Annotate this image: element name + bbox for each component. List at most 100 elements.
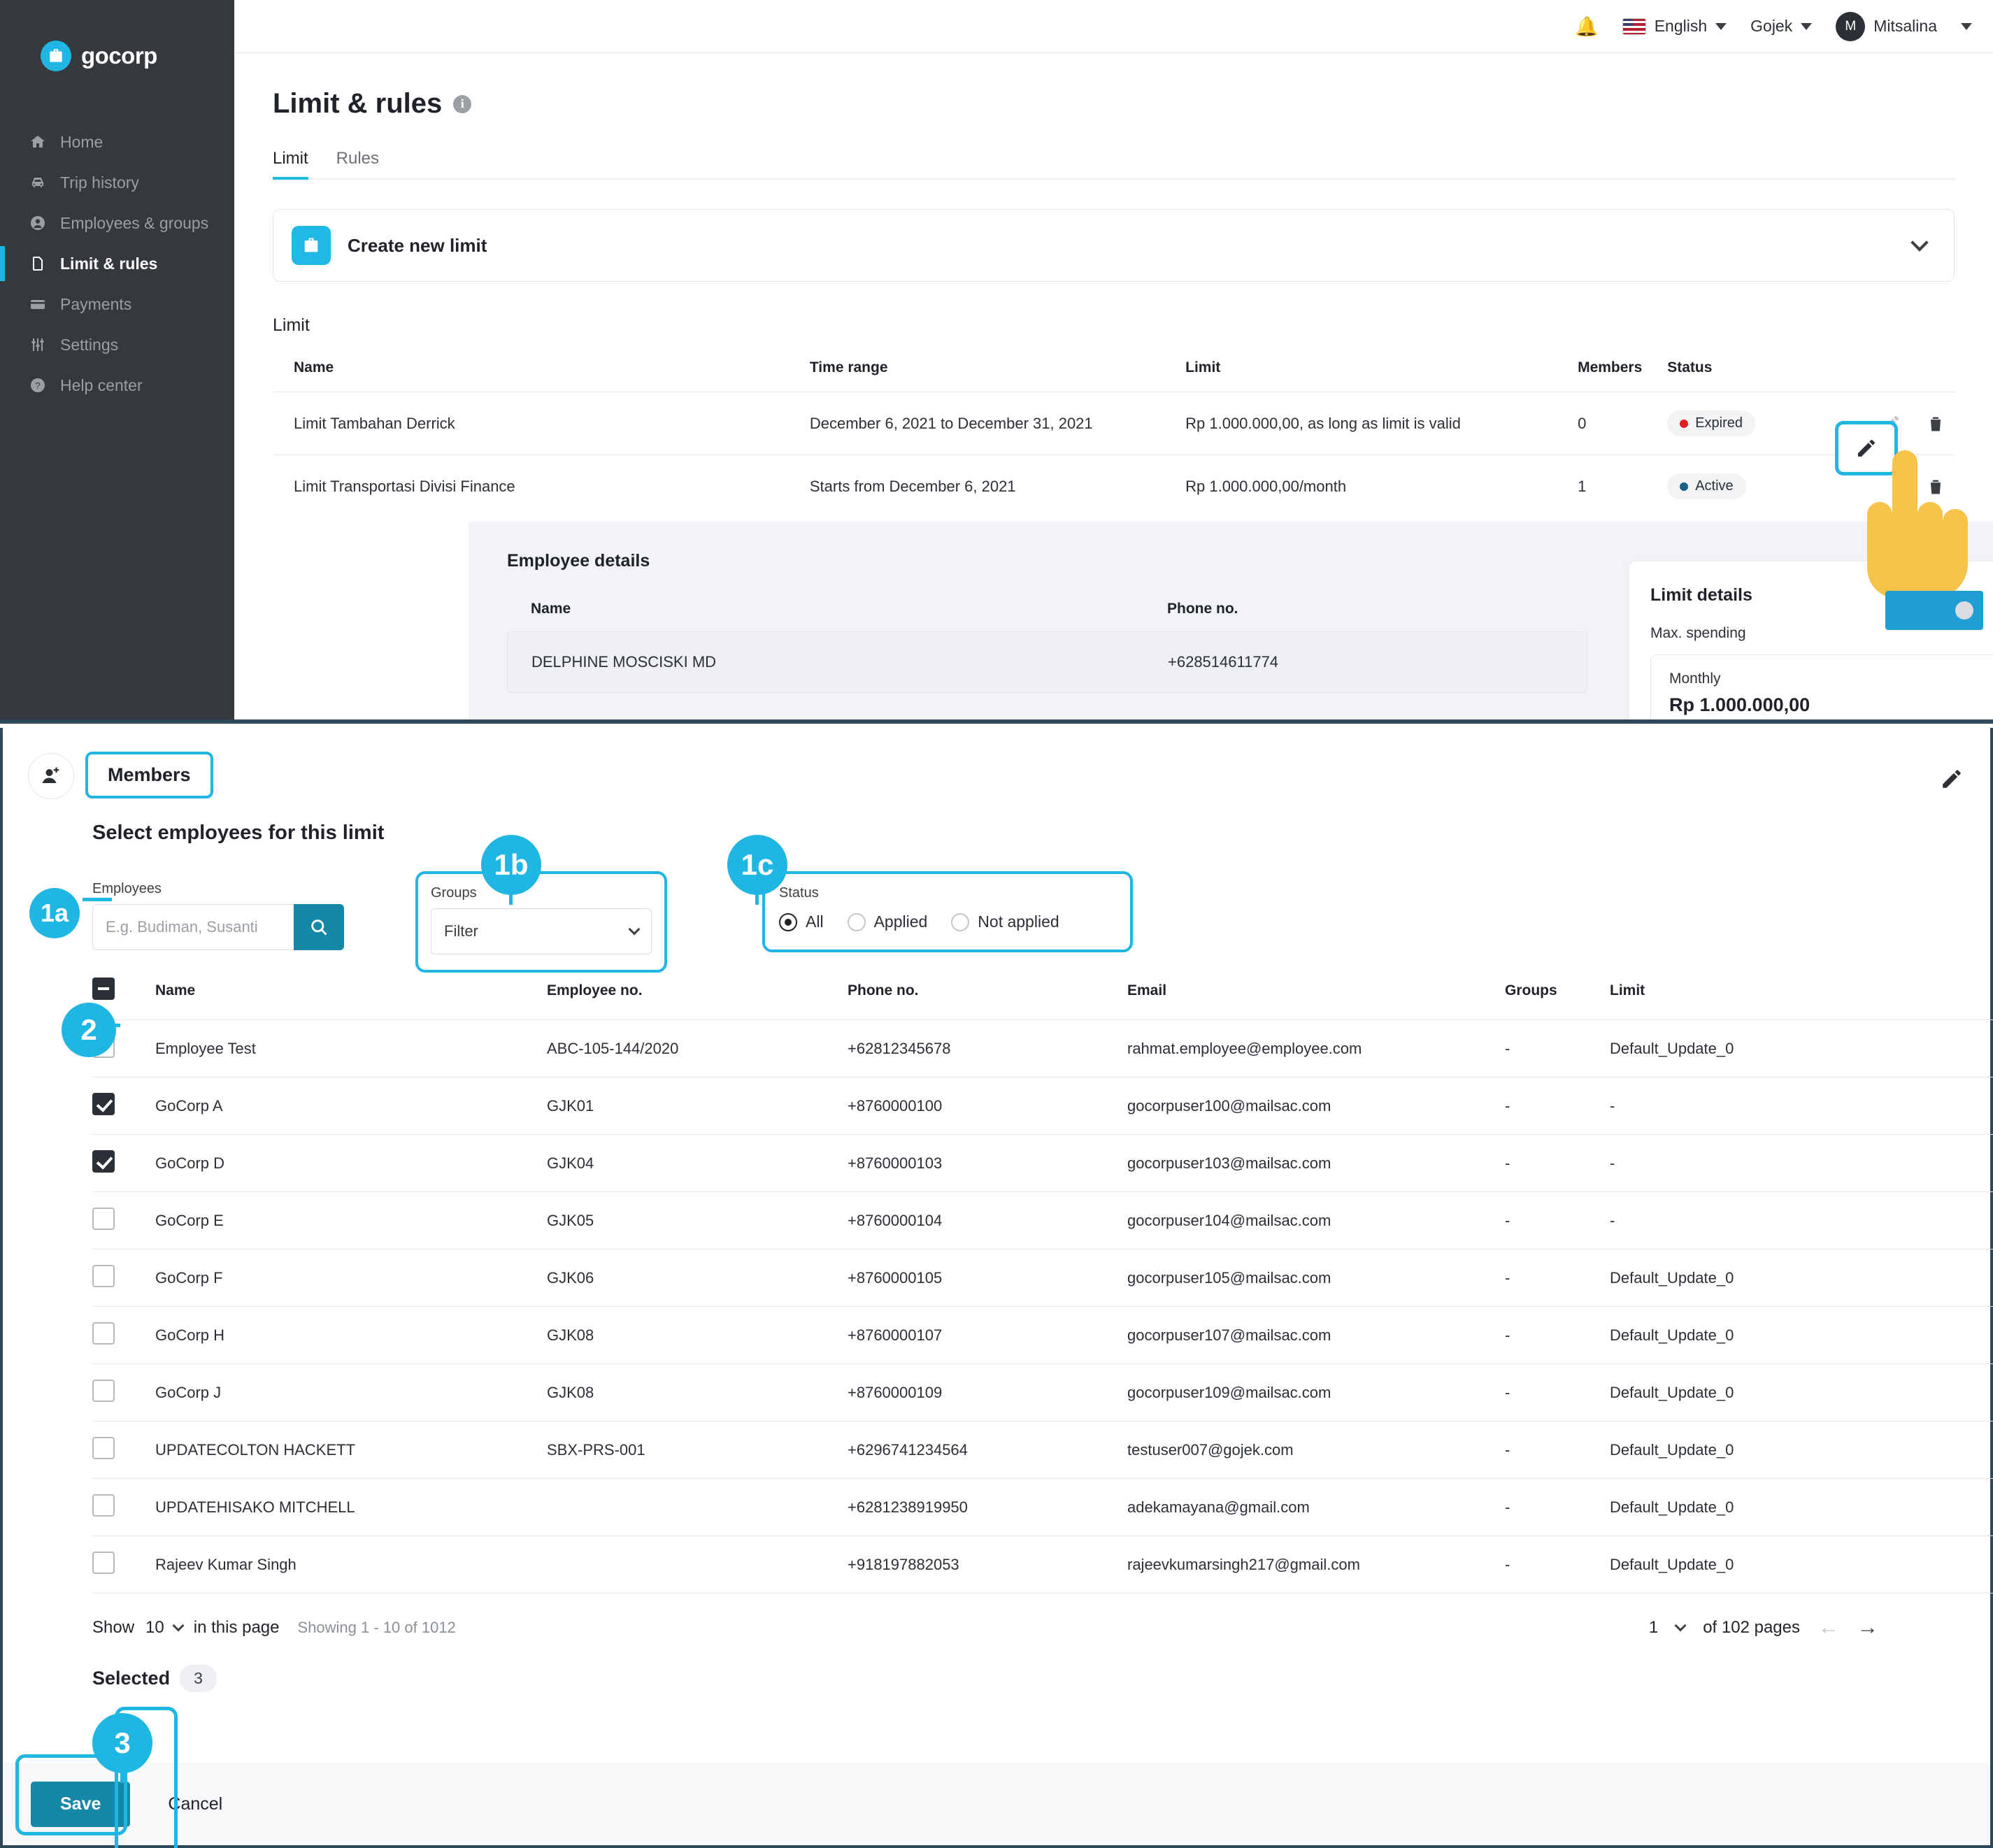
row-checkbox[interactable] xyxy=(92,1149,115,1173)
tab-members[interactable]: Members xyxy=(85,752,213,798)
limit-period: Monthly xyxy=(1669,671,1721,687)
sliders-icon xyxy=(28,335,48,354)
filters-row: Employees E.g. Budiman, Susanti Groups F… xyxy=(92,871,1990,973)
edit-limit-button-highlighted[interactable] xyxy=(1835,421,1898,475)
company-selector[interactable]: Gojek xyxy=(1750,17,1813,36)
employee-groups: - xyxy=(1505,1535,1610,1593)
bell-icon[interactable]: 🔔 xyxy=(1575,15,1599,38)
step-badge-1a: 1a xyxy=(29,888,80,938)
create-new-limit-card[interactable]: Create new limit xyxy=(273,209,1955,282)
trash-icon[interactable] xyxy=(1924,475,1948,499)
table-row[interactable]: GoCorp D GJK04 +8760000103 gocorpuser103@ma… xyxy=(92,1134,1993,1192)
credit-card-icon xyxy=(28,294,48,314)
us-flag-icon xyxy=(1622,17,1646,35)
brand-logo[interactable]: gocorp xyxy=(0,0,234,71)
limit-details-panel: Limit details Max. spending Monthly Rp 1… xyxy=(1629,561,1993,719)
table-row[interactable]: UPDATEHISAKO MITCHELL +6281238919950 adeka… xyxy=(92,1478,1993,1536)
row-checkbox[interactable] xyxy=(92,1379,115,1402)
table-row[interactable]: GoCorp F GJK06 +8760000105 gocorpuser105@ma… xyxy=(92,1249,1993,1307)
table-row[interactable]: GoCorp A GJK01 +8760000100 gocorpuser100@ma… xyxy=(92,1077,1993,1135)
sidebar-item-label: Employees & groups xyxy=(60,213,209,232)
save-button[interactable]: Save xyxy=(31,1781,131,1827)
employee-phone: +6281238919950 xyxy=(848,1478,1127,1536)
chevron-down-icon[interactable] xyxy=(1910,234,1929,252)
trash-icon[interactable] xyxy=(1924,412,1948,436)
sidebar-item-label: Help center xyxy=(60,375,143,394)
step-badge-1c: 1c xyxy=(727,835,787,895)
row-checkbox[interactable] xyxy=(92,1207,115,1230)
employee-name: Employee Test xyxy=(155,1019,547,1077)
sidebar-item-label: Payments xyxy=(60,294,132,313)
tab-limit[interactable]: Limit xyxy=(273,149,308,180)
table-row: DELPHINE MOSCISKI MD +628514611774 xyxy=(507,631,1587,693)
in-this-page-label: in this page xyxy=(193,1618,280,1637)
step-badge-3: 3 xyxy=(92,1713,152,1773)
table-row[interactable]: Employee Test ABC-105-144/2020 +6281234567… xyxy=(92,1019,1993,1077)
row-checkbox[interactable] xyxy=(92,1321,115,1345)
sidebar-item-help-center[interactable]: ? Help center xyxy=(0,365,234,406)
employee-name: GoCorp E xyxy=(155,1191,547,1249)
employee-limit: - xyxy=(1610,1077,1993,1135)
radio-dot-icon xyxy=(847,912,866,931)
table-row[interactable]: Rajeev Kumar Singh +918197882053 rajeevkum… xyxy=(92,1535,1993,1593)
current-page-value: 1 xyxy=(1648,1618,1659,1637)
pencil-icon[interactable] xyxy=(1940,767,1964,794)
limit-amount-value: Rp 1.000.000,00 xyxy=(1669,694,1810,715)
table-row[interactable]: UPDATECOLTON HACKETT SBX-PRS-001 +62967412… xyxy=(92,1421,1993,1479)
employee-name: Rajeev Kumar Singh xyxy=(155,1535,547,1593)
employee-no: SBX-PRS-001 xyxy=(547,1421,848,1479)
chevron-down-icon[interactable] xyxy=(1674,1619,1687,1632)
status-dot xyxy=(1680,419,1689,428)
table-row[interactable]: GoCorp J GJK08 +8760000109 gocorpuser109@ma… xyxy=(92,1363,1993,1421)
column-header-email: Email xyxy=(1127,982,1167,998)
page-size-select[interactable]: 10 xyxy=(145,1618,185,1638)
user-menu[interactable]: M Mitsalina xyxy=(1836,11,1937,41)
arrow-left-icon[interactable]: ← xyxy=(1818,1616,1839,1640)
employee-name: GoCorp J xyxy=(155,1363,547,1421)
row-checkbox[interactable] xyxy=(92,1092,115,1115)
groups-select[interactable]: Filter xyxy=(431,908,652,954)
status-label: Status xyxy=(779,885,819,901)
column-header-name: Name xyxy=(531,601,571,617)
sidebar-item-home[interactable]: Home xyxy=(0,122,234,162)
employee-groups: - xyxy=(1505,1363,1610,1421)
row-checkbox[interactable] xyxy=(92,1551,115,1574)
page-title: Limit & rules xyxy=(273,88,443,119)
radio-status-not-applied[interactable]: Not applied xyxy=(951,912,1059,931)
limit-time-range: December 6, 2021 to December 31, 2021 xyxy=(809,392,1186,455)
search-input[interactable]: E.g. Budiman, Susanti xyxy=(92,904,294,950)
search-icon[interactable] xyxy=(294,904,344,950)
employees-filter: Employees E.g. Budiman, Susanti xyxy=(92,881,344,950)
row-checkbox[interactable] xyxy=(92,1494,115,1517)
employee-no: GJK04 xyxy=(547,1134,848,1192)
employee-email: gocorpuser103@mailsac.com xyxy=(1127,1134,1505,1192)
limit-section-label: Limit xyxy=(273,315,310,335)
sidebar-item-payments[interactable]: Payments xyxy=(0,284,234,324)
cancel-button[interactable]: Cancel xyxy=(168,1794,222,1814)
sidebar-item-settings[interactable]: Settings xyxy=(0,324,234,365)
info-icon[interactable]: i xyxy=(453,94,472,113)
table-row[interactable]: Limit Tambahan Derrick December 6, 2021 … xyxy=(273,392,1955,455)
add-user-icon[interactable] xyxy=(28,753,74,799)
employee-limit: - xyxy=(1610,1134,1993,1192)
radio-status-applied[interactable]: Applied xyxy=(847,912,927,931)
max-spending-label: Max. spending xyxy=(1650,625,1746,641)
table-row[interactable]: Limit Transportasi Divisi Finance Starts… xyxy=(273,454,1955,517)
row-checkbox[interactable] xyxy=(92,1264,115,1287)
tab-rules[interactable]: Rules xyxy=(336,149,379,178)
radio-status-all[interactable]: All xyxy=(779,912,824,931)
sidebar-item-limit-rules[interactable]: Limit & rules xyxy=(0,243,234,284)
sidebar-item-label: Settings xyxy=(60,335,119,354)
language-selector[interactable]: English xyxy=(1622,17,1727,36)
employees-table: Name Employee no. Phone no. Email Groups… xyxy=(92,977,1993,1593)
sidebar-item-employees-groups[interactable]: Employees & groups xyxy=(0,203,234,243)
select-all-checkbox[interactable] xyxy=(92,977,115,1000)
row-checkbox[interactable] xyxy=(92,1436,115,1459)
table-row[interactable]: GoCorp H GJK08 +8760000107 gocorpuser107@ma… xyxy=(92,1306,1993,1364)
sidebar-item-trip-history[interactable]: Trip history xyxy=(0,162,234,203)
table-row[interactable]: GoCorp E GJK05 +8760000104 gocorpuser104@ma… xyxy=(92,1191,1993,1249)
arrow-right-icon[interactable]: → xyxy=(1857,1616,1878,1640)
user-menu-caret[interactable] xyxy=(1961,22,1972,30)
employee-no: GJK05 xyxy=(547,1191,848,1249)
employee-groups: - xyxy=(1505,1478,1610,1536)
